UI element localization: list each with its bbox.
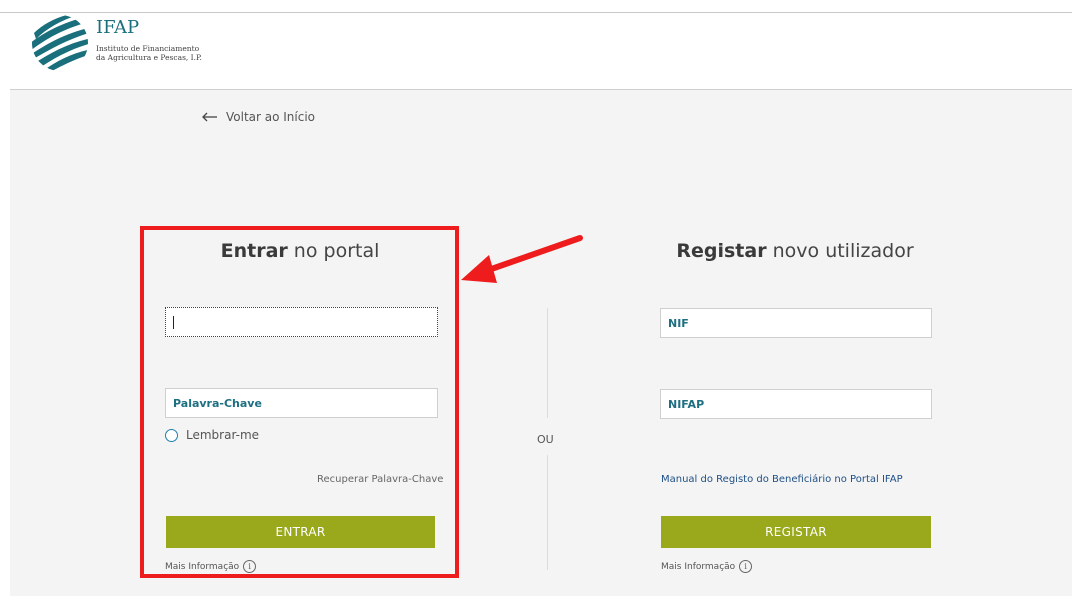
brand-name: IFAP <box>96 17 140 38</box>
registration-manual-link[interactable]: Manual do Registo do Beneficiário no Por… <box>661 474 903 485</box>
divider-line-bottom <box>547 455 548 570</box>
nifap-input[interactable]: NIFAP <box>660 389 932 419</box>
nif-input[interactable]: NIF <box>660 308 932 338</box>
arrow-left-icon <box>202 112 217 122</box>
info-icon[interactable]: i <box>739 560 753 573</box>
ifap-logo[interactable]: IFAP Instituto de Financiamento da Agric… <box>30 13 230 77</box>
ifap-logo-icon <box>32 15 88 71</box>
register-more-info[interactable]: Mais Informação i <box>661 560 753 573</box>
red-arrow-annotation <box>461 235 583 283</box>
nif-placeholder: NIF <box>668 316 689 330</box>
register-button[interactable]: REGISTAR <box>661 516 931 548</box>
site-header: IFAP Instituto de Financiamento da Agric… <box>0 13 1072 90</box>
divider-line-top <box>547 308 548 418</box>
brand-subtitle: Instituto de Financiamento da Agricultur… <box>96 44 202 62</box>
more-info-label: Mais Informação <box>661 561 736 572</box>
highlight-box <box>140 226 459 578</box>
back-label: Voltar ao Início <box>226 110 316 124</box>
register-title: Registar novo utilizador <box>676 240 914 262</box>
back-to-home-link[interactable]: Voltar ao Início <box>202 110 315 124</box>
nifap-placeholder: NIFAP <box>668 397 705 411</box>
or-divider-label: OU <box>537 433 554 446</box>
